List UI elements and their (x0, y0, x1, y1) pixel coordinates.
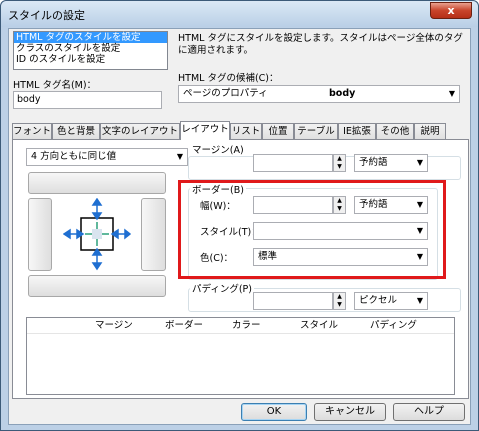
dialog-window: スタイルの設定 x HTML タグのスタイルを設定 クラスのスタイルを設定 ID… (0, 0, 479, 431)
column-header-margin[interactable]: マージン (95, 318, 133, 334)
tab-table[interactable]: テーブル (294, 123, 338, 139)
tab-font[interactable]: フォント (12, 123, 52, 139)
tag-candidates-select[interactable]: ページのプロパティ body ▼ (178, 85, 460, 103)
tab-text-layout[interactable]: 文字のレイアウト (100, 123, 180, 139)
margin-unit-value: 予約語 (359, 157, 388, 168)
margin-spinner[interactable]: ▲ ▼ (333, 154, 346, 172)
window-title: スタイルの設定 (8, 9, 85, 22)
padding-unit-select[interactable]: ピクセル ▼ (354, 292, 428, 310)
tab-list[interactable]: リスト (230, 123, 262, 139)
tag-candidates-prefix: ページのプロパティ (183, 88, 268, 99)
highlight-box (178, 180, 446, 279)
scope-item-class[interactable]: クラスのスタイルを設定 (14, 43, 167, 54)
tag-name-input[interactable]: body (13, 91, 162, 109)
dialog-client: HTML タグのスタイルを設定 クラスのスタイルを設定 ID のスタイルを設定 … (8, 28, 471, 425)
chevron-down-icon: ▼ (416, 158, 423, 167)
summary-table: マージン ボーダー カラー スタイル パディング (26, 317, 455, 395)
tag-name-label: HTML タグ名(M)： (13, 80, 97, 91)
box-bottom-button[interactable] (28, 275, 166, 297)
padding-spinner[interactable]: ▲ ▼ (333, 292, 346, 310)
tab-description[interactable]: 説明 (414, 123, 446, 139)
chevron-down-icon: ▼ (176, 152, 183, 161)
scope-item-html-tag[interactable]: HTML タグのスタイルを設定 (14, 32, 167, 43)
close-button[interactable]: x (430, 2, 472, 19)
help-button[interactable]: ヘルプ (393, 403, 465, 421)
tab-color-background[interactable]: 色と背景 (52, 123, 100, 139)
scope-listbox[interactable]: HTML タグのスタイルを設定 クラスのスタイルを設定 ID のスタイルを設定 (13, 31, 168, 70)
box-left-button[interactable] (28, 198, 52, 271)
margin-label: マージン(A) (190, 142, 246, 156)
direction-select[interactable]: 4 方向ともに同じ値 ▼ (26, 148, 188, 166)
padding-label: パディング(P) (190, 281, 254, 295)
ok-button[interactable]: OK (241, 403, 307, 421)
margin-unit-select[interactable]: 予約語 ▼ (354, 154, 428, 172)
layout-tab-panel: 4 方向ともに同じ値 ▼ マージン(A) ▲ ▼ 予約語 ▼ ボーダー(B) 幅… (12, 139, 469, 399)
scope-item-id[interactable]: ID のスタイルを設定 (14, 54, 167, 65)
direction-select-value: 4 方向ともに同じ値 (31, 151, 117, 162)
column-header-border[interactable]: ボーダー (165, 318, 203, 334)
tab-other[interactable]: その他 (376, 123, 414, 139)
column-header-color[interactable]: カラー (232, 318, 261, 334)
tab-ie-extension[interactable]: IE拡張 (338, 123, 376, 139)
cancel-button[interactable]: キャンセル (314, 403, 386, 421)
margin-input[interactable] (253, 154, 333, 172)
box-right-button[interactable] (141, 198, 166, 271)
title-bar: スタイルの設定 x (1, 1, 478, 27)
tab-layout[interactable]: レイアウト (180, 121, 230, 140)
tag-candidates-label: HTML タグの候補(C)： (178, 73, 279, 84)
description-text: HTML タグにスタイルを設定します。スタイルはページ全体のタグに適用されます。 (178, 33, 463, 56)
box-model-arrows-icon (63, 198, 131, 271)
summary-table-header: マージン ボーダー カラー スタイル パディング (27, 318, 454, 334)
padding-input[interactable] (253, 292, 333, 310)
box-top-button[interactable] (28, 172, 166, 194)
tag-candidates-tag: body (329, 88, 356, 99)
chevron-down-icon: ▼ (416, 296, 423, 305)
chevron-down-icon: ▼ (448, 89, 455, 98)
padding-unit-value: ピクセル (359, 295, 398, 306)
tab-position[interactable]: 位置 (262, 123, 294, 139)
column-header-style[interactable]: スタイル (300, 318, 338, 334)
column-header-padding[interactable]: パディング (370, 318, 417, 334)
